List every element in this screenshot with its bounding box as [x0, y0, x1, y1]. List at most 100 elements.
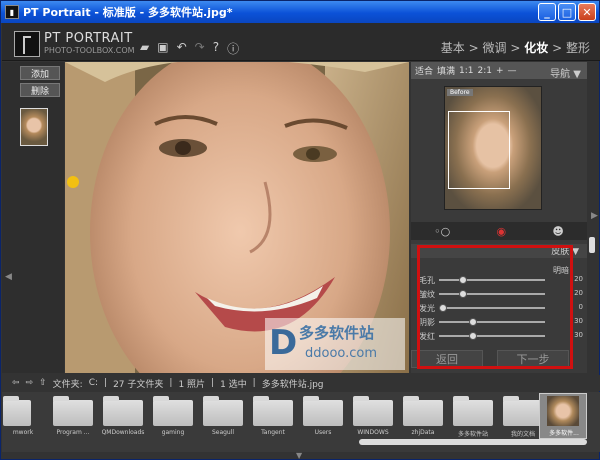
photo-thumbnail	[547, 396, 579, 426]
folder-icon	[203, 396, 243, 426]
zoom-fit-button[interactable]: 适合	[415, 64, 433, 77]
add-button[interactable]: 添加	[20, 66, 60, 80]
folder-item[interactable]: mwork	[2, 396, 33, 442]
minimize-button[interactable]: _	[538, 3, 556, 21]
logo-title: PT PORTRAIT	[44, 31, 133, 46]
slider-value: 30	[574, 331, 583, 339]
folder-item[interactable]: Users	[302, 396, 344, 442]
folder-item[interactable]: Seagull	[202, 396, 244, 442]
watermark-logo-icon: D	[269, 323, 298, 363]
folder-icon	[353, 396, 393, 426]
maximize-button[interactable]: □	[558, 3, 576, 21]
folder-icon	[53, 396, 93, 426]
collapse-right-icon[interactable]: ▶	[591, 211, 598, 221]
zoom-1to1-button[interactable]: 1:1	[459, 66, 473, 76]
app-header: PT PORTRAIT PHOTO-TOOLBOX.COM ▰ ▣ ↶ ↷ ? …	[2, 23, 600, 61]
folder-icon	[153, 396, 193, 426]
path-separator-icon: |	[252, 378, 256, 388]
navigator-preview[interactable]: Before	[444, 86, 542, 210]
help-icon[interactable]: ?	[213, 40, 219, 57]
slider-value: 0	[578, 303, 583, 311]
main-photo[interactable]: 多多软件站 ddooo.com D	[65, 62, 409, 373]
folder-label: Users	[314, 429, 332, 436]
folder-icon	[503, 396, 543, 426]
zoom-out-button[interactable]: —	[508, 66, 517, 76]
logo-subtitle: PHOTO-TOOLBOX.COM	[44, 46, 135, 55]
folder-item[interactable]: Tangent	[252, 396, 294, 442]
strip-scrollbar[interactable]	[359, 439, 587, 445]
current-filename: 多多软件站.jpg	[261, 379, 324, 390]
watermark: 多多软件站 ddooo.com D	[265, 318, 405, 370]
folder-item[interactable]: Program ...	[52, 396, 94, 442]
workflow-steps: 基本 > 微调 > 化妆 > 整形	[441, 39, 590, 56]
folder-item[interactable]: 我的文档	[502, 396, 544, 442]
step-separator: >	[468, 41, 479, 55]
selected-count: 1 选中	[220, 379, 247, 390]
photo-thumbnail[interactable]	[20, 108, 48, 146]
app-icon: ▮	[5, 5, 19, 19]
path-separator-icon: |	[104, 378, 108, 388]
folder-item[interactable]: WINDOWS	[352, 396, 394, 442]
close-button[interactable]: ✕	[578, 3, 596, 21]
window-title: PT Portrait - 标准版 - 多多软件站.jpg*	[23, 6, 233, 19]
forward-arrow-icon[interactable]: ⇨	[26, 378, 34, 388]
watermark-text: 多多软件站	[299, 324, 375, 342]
folder-icon	[303, 396, 343, 426]
path-separator-icon: |	[211, 378, 215, 388]
title-bar: ▮ PT Portrait - 标准版 - 多多软件站.jpg* _ □ ✕	[1, 1, 599, 23]
drive-value[interactable]: C:	[89, 378, 98, 388]
up-arrow-icon[interactable]: ⇧	[39, 378, 47, 388]
info-icon[interactable]: ⓘ	[227, 40, 239, 57]
folder-label: Tangent	[261, 429, 285, 436]
path-separator-icon: |	[169, 378, 173, 388]
redo-icon[interactable]: ↷	[195, 40, 205, 57]
subfolder-count: 27 子文件夹	[113, 379, 164, 390]
slider-value: 30	[574, 317, 583, 325]
mask-icon[interactable]: ☻	[552, 225, 563, 238]
step-makeup[interactable]: 化妆	[524, 41, 548, 55]
open-folder-icon[interactable]: ▰	[140, 40, 149, 57]
back-arrow-icon[interactable]: ⇦	[12, 378, 20, 388]
folder-label: gaming	[161, 429, 185, 436]
folder-item[interactable]: QMDownloads	[102, 396, 144, 442]
step-fine-tune[interactable]: 微调	[483, 41, 507, 55]
step-separator: >	[510, 41, 521, 55]
collapse-bottom-icon[interactable]: ▼	[296, 451, 302, 460]
folder-label: zhjData	[411, 429, 435, 436]
zoom-2to1-button[interactable]: 2:1	[478, 66, 492, 76]
step-reshape[interactable]: 整形	[566, 41, 590, 55]
zoom-fill-button[interactable]: 填满	[437, 64, 455, 77]
path-bar: ⇦ ⇨ ⇧ 文件夹: C: | 27 子文件夹 | 1 照片 | 1 选中 | …	[2, 375, 600, 391]
selected-photo-item[interactable]: 多多软件...	[539, 393, 587, 439]
folder-label: Seagull	[211, 429, 235, 436]
navigator-toolbar: 适合 填满 1:1 2:1 + — 导航 ▼	[411, 62, 587, 80]
highlight-box	[417, 245, 573, 369]
undo-icon[interactable]: ↶	[177, 40, 187, 57]
watermark-url: ddooo.com	[305, 346, 378, 361]
zoom-in-button[interactable]: +	[496, 66, 504, 76]
left-panel: 添加 删除 ◀	[2, 62, 64, 373]
folder-item[interactable]: gaming	[152, 396, 194, 442]
item-label: 多多软件...	[549, 430, 579, 437]
eye-icon[interactable]: ◉	[496, 225, 506, 238]
folder-icon	[103, 396, 143, 426]
folder-label: Program ...	[56, 429, 90, 436]
view-mode-bar: ◦○ ◉ ☻	[411, 222, 587, 240]
compare-toggle-icon[interactable]: ◦○	[434, 225, 450, 238]
slider-value: 20	[574, 289, 583, 297]
folder-label: WINDOWS	[357, 429, 389, 436]
folder-item[interactable]: 多多软件站	[452, 396, 494, 442]
navigator-viewport-rect[interactable]	[448, 111, 510, 189]
step-basic[interactable]: 基本	[441, 41, 465, 55]
navigator-title[interactable]: 导航 ▼	[550, 65, 581, 80]
save-icon[interactable]: ▣	[157, 40, 168, 57]
collapse-left-icon[interactable]: ◀	[5, 272, 12, 282]
app-window: ▮ PT Portrait - 标准版 - 多多软件站.jpg* _ □ ✕ P…	[0, 0, 600, 460]
folder-label: QMDownloads	[101, 429, 145, 436]
folder-icon	[403, 396, 443, 426]
panel-scrollbar[interactable]	[589, 237, 595, 253]
before-label: Before	[447, 89, 473, 96]
folder-item[interactable]: zhjData	[402, 396, 444, 442]
delete-button[interactable]: 删除	[20, 83, 60, 97]
step-separator: >	[552, 41, 563, 55]
